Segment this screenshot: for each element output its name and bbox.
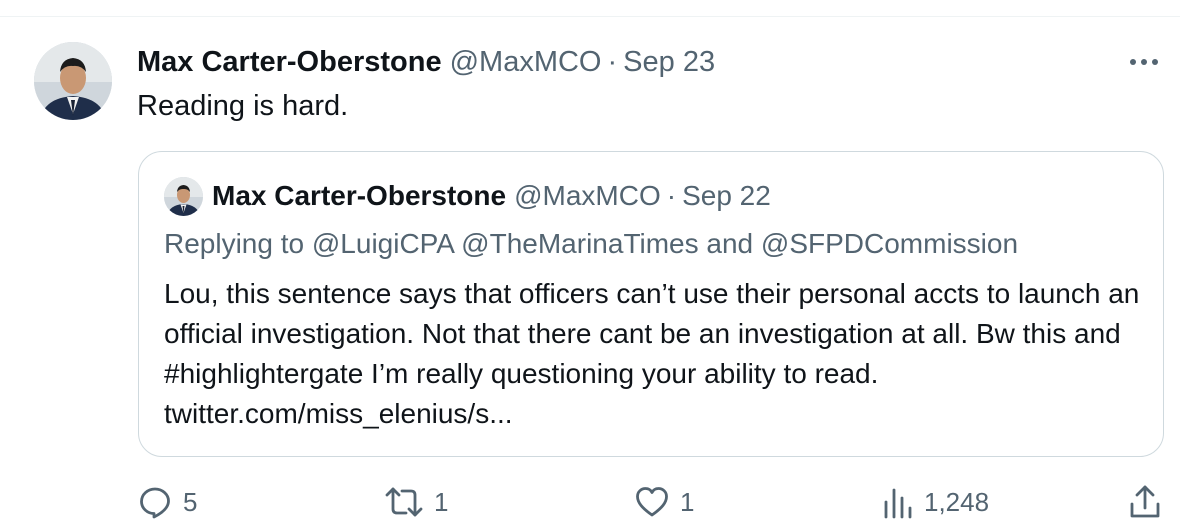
separator-dot: · [607, 46, 618, 78]
reply-count: 5 [183, 486, 198, 517]
tweet-header: Max Carter-Oberstone @MaxMCO · Sep 23 [137, 44, 715, 80]
avatar-image [164, 177, 203, 216]
quoted-tweet[interactable]: Max Carter-Oberstone @MaxMCO · Sep 22 Re… [138, 151, 1164, 457]
like-count: 1 [680, 486, 695, 517]
tweet-text: Reading is hard. [137, 90, 349, 122]
quoted-author-handle[interactable]: @MaxMCO [514, 178, 661, 214]
author-avatar[interactable] [34, 42, 112, 120]
author-handle[interactable]: @MaxMCO [450, 44, 602, 80]
quoted-tweet-body: Lou, this sentence says that officers ca… [164, 278, 1140, 429]
separator-dot: · [666, 180, 677, 211]
quoted-author-avatar[interactable] [164, 177, 203, 216]
views-count: 1,248 [924, 486, 990, 517]
reply-button[interactable]: 5 [137, 480, 197, 524]
more-button[interactable] [1126, 50, 1162, 74]
views-button[interactable]: 1,248 [882, 480, 989, 524]
replying-to-mentions[interactable]: @LuigiCPA @TheMarinaTimes and @SFPDCommi… [312, 228, 1018, 259]
quoted-author-name[interactable]: Max Carter-Oberstone [212, 178, 506, 214]
tweet-date[interactable]: Sep 23 [623, 44, 715, 80]
replying-to-label: Replying to [164, 228, 305, 259]
heart-icon [636, 487, 668, 517]
share-icon [1130, 485, 1160, 518]
retweet-icon [385, 487, 423, 517]
more-horizontal-icon [1130, 59, 1158, 65]
retweet-count: 1 [434, 486, 449, 517]
views-icon [884, 488, 912, 519]
share-button[interactable] [1128, 480, 1162, 524]
quoted-tweet-header: Max Carter-Oberstone @MaxMCO · Sep 22 [212, 178, 771, 214]
tweet[interactable]: Max Carter-Oberstone @MaxMCO · Sep 23 Re… [0, 0, 1180, 527]
action-bar: 5 1 1 1,248 [0, 480, 1180, 524]
reply-icon [140, 487, 170, 519]
like-button[interactable]: 1 [634, 480, 694, 524]
quoted-tweet-date[interactable]: Sep 22 [682, 178, 771, 214]
avatar-image [34, 42, 112, 120]
author-name[interactable]: Max Carter-Oberstone [137, 44, 442, 80]
retweet-button[interactable]: 1 [384, 480, 448, 524]
replying-to-line: Replying to @LuigiCPA @TheMarinaTimes an… [164, 226, 1018, 262]
